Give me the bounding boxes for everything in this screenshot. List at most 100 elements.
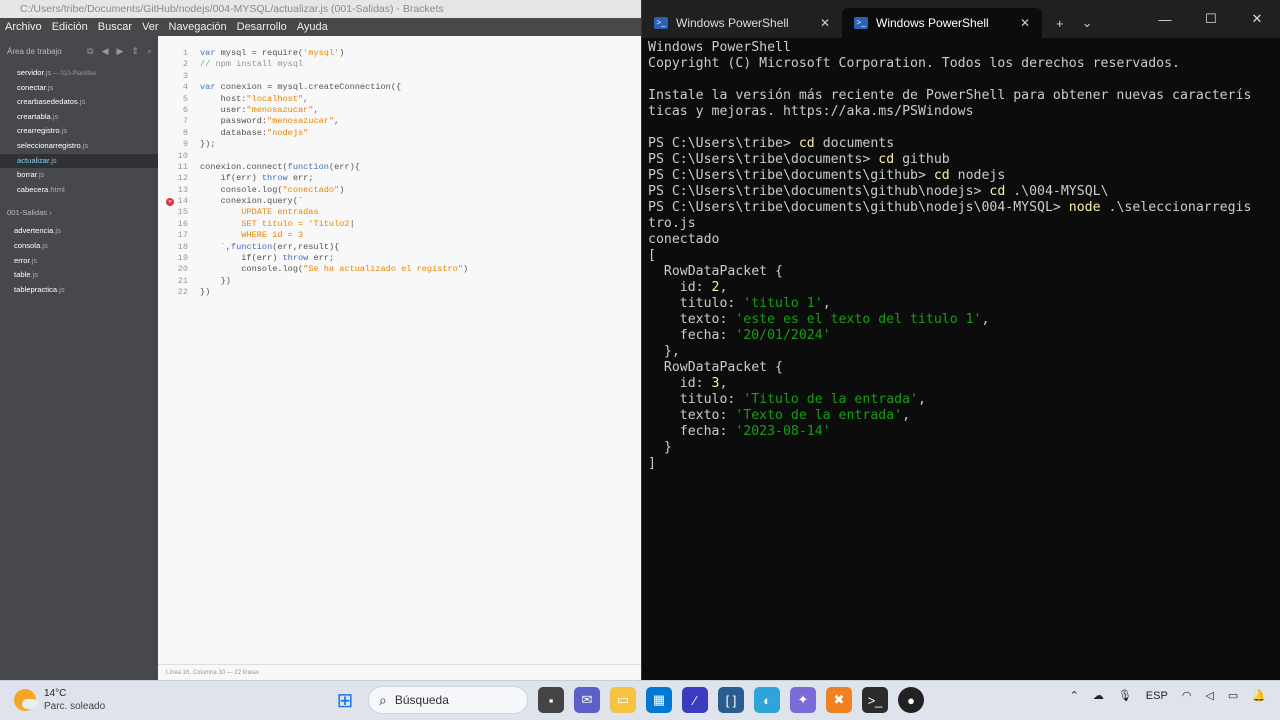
back-icon[interactable]: ◀ xyxy=(102,46,109,57)
code-area[interactable]: 1 var mysql = require('mysql') 2// npm ins… xyxy=(158,48,641,299)
tab-powershell-2[interactable]: >_ Windows PowerShell ✕ xyxy=(842,8,1042,38)
new-tab-icon[interactable]: + xyxy=(1056,16,1064,31)
code-line[interactable]: 21 }) xyxy=(158,276,641,287)
line-number: 12 xyxy=(177,173,188,184)
project-file-item[interactable]: error.js xyxy=(14,254,158,269)
volume-icon[interactable]: ◁ xyxy=(1205,689,1213,702)
code-line[interactable]: 12 if(err) throw err; xyxy=(158,173,641,184)
start-icon[interactable]: ⊞ xyxy=(332,687,358,713)
code-line[interactable]: 9}); xyxy=(158,139,641,150)
search-icon[interactable]: ⌕ xyxy=(147,46,152,57)
edge-icon[interactable]: ◐ xyxy=(754,687,780,713)
working-file-item[interactable]: cabecera.html xyxy=(0,183,158,198)
chevron-down-icon[interactable]: ⌄ xyxy=(1082,15,1093,31)
line-number: 8 xyxy=(182,127,188,138)
close-window-icon[interactable]: ✕ xyxy=(1234,11,1280,27)
store-icon[interactable]: ▦ xyxy=(646,687,672,713)
menu-item-0[interactable]: Archivo xyxy=(5,21,42,33)
vs-icon[interactable]: ⁄ xyxy=(682,687,708,713)
project-file-item[interactable]: tablepractica.js xyxy=(14,283,158,298)
working-file-item[interactable]: conectar.js xyxy=(0,81,158,96)
project-file-item[interactable]: table.js xyxy=(14,268,158,283)
brackets-icon[interactable]: [ ] xyxy=(718,687,744,713)
notification-icon[interactable]: 🔔 xyxy=(1252,689,1266,702)
close-icon[interactable]: ✕ xyxy=(1020,16,1030,30)
terminal-line: titulo: 'Titulo de la entrada', xyxy=(648,392,926,407)
code-line[interactable]: 10 xyxy=(158,151,641,162)
working-file-item[interactable]: crearregistro.js xyxy=(0,124,158,139)
code-line[interactable]: 14 ✕ conexion.query(` xyxy=(158,196,641,207)
sort-icon[interactable]: ⇕ xyxy=(131,46,139,57)
xampp-icon[interactable]: ✖ xyxy=(826,687,852,713)
code-editor[interactable]: 1 var mysql = require('mysql') 2// npm ins… xyxy=(158,36,641,680)
menu-item-6[interactable]: Ayuda xyxy=(297,21,328,33)
terminal-line: ticas y mejoras. https://aka.ms/PSWindow… xyxy=(648,104,974,119)
code-line[interactable]: 11 conexion.connect(function (err){ xyxy=(158,162,641,173)
line-number: 6 xyxy=(182,104,188,115)
cloud-icon[interactable]: ☁ xyxy=(1093,689,1104,702)
terminal-line: texto: 'Texto de la entrada', xyxy=(648,408,911,423)
menu-item-5[interactable]: Desarrollo xyxy=(237,21,287,33)
code-line[interactable]: 18 `, function (err,result){ xyxy=(158,242,641,253)
close-icon[interactable]: ✕ xyxy=(820,16,830,30)
battery-icon[interactable]: ▭ xyxy=(1228,689,1238,702)
terminal-line: PS C:\Users\tribe\documents\github\nodej… xyxy=(648,200,1252,215)
menu-item-4[interactable]: Navegación xyxy=(169,21,227,33)
working-file-item[interactable]: creartabla.js xyxy=(0,110,158,125)
microphone-icon[interactable]: 🎙 xyxy=(1118,689,1132,702)
task-view-icon[interactable]: ▪ xyxy=(538,687,564,713)
status-bar: Línea 16, Columna 30 — 22 líneas xyxy=(158,664,641,680)
search-placeholder: Búsqueda xyxy=(394,693,449,707)
maximize-icon[interactable]: ☐ xyxy=(1188,11,1234,27)
working-file-item[interactable]: actualizar.js xyxy=(0,153,158,169)
code-line[interactable]: 20 console.log("Se ha actualizado el reg… xyxy=(158,264,641,275)
code-line[interactable]: 16 SET titulo = 'Titulo2 | xyxy=(158,219,641,230)
terminal-line: PS C:\Users\tribe\documents\github\nodej… xyxy=(648,184,1109,199)
code-line[interactable]: 6 user: "menosazucar", xyxy=(158,105,641,116)
code-line[interactable]: 4 var conexion = mysql.createConnection({ xyxy=(158,82,641,93)
code-line[interactable]: 5 host: "localhost", xyxy=(158,94,641,105)
code-line[interactable]: 2// npm install mysql xyxy=(158,59,641,70)
working-file-item[interactable]: borrar.js xyxy=(0,168,158,183)
chevron-up-icon[interactable]: ⌃ xyxy=(1070,689,1079,702)
tab-powershell-1[interactable]: >_ Windows PowerShell ✕ xyxy=(642,8,842,38)
code-line[interactable]: 13 console.log("conectado") xyxy=(158,185,641,196)
code-line[interactable]: 19 if(err) throw err; xyxy=(158,253,641,264)
code-line[interactable]: 3 xyxy=(158,71,641,82)
teams-icon[interactable]: ✉ xyxy=(574,687,600,713)
terminal-output[interactable]: Windows PowerShell Copyright (C) Microsof… xyxy=(648,40,1278,472)
code-line[interactable]: 15 UPDATE entradas xyxy=(158,207,641,218)
forward-icon[interactable]: ▶ xyxy=(116,46,123,57)
menu-item-1[interactable]: Edición xyxy=(52,21,88,33)
project-file-item[interactable]: consola.js xyxy=(14,239,158,254)
project-file-item[interactable]: advertencia.js xyxy=(14,224,158,239)
working-file-item[interactable]: servidor.js — 010-Plantillas xyxy=(0,66,158,81)
code-line[interactable]: 17 WHERE id = 3 xyxy=(158,230,641,241)
language-indicator[interactable]: ESP xyxy=(1146,690,1168,702)
file-explorer-icon[interactable]: ▭ xyxy=(610,687,636,713)
search-box[interactable]: ⌕ Búsqueda xyxy=(368,686,528,714)
system-tray: ⌃ ☁ 🎙 ESP ◠ ◁ ▭ 🔔 xyxy=(1070,689,1266,703)
code-line[interactable]: 22}) xyxy=(158,287,641,298)
obs-icon[interactable]: ● xyxy=(898,687,924,713)
copilot-icon[interactable]: ✦ xyxy=(790,687,816,713)
menu-item-3[interactable]: Ver xyxy=(142,21,159,33)
code-line[interactable]: 7 password: "menosazucar", xyxy=(158,116,641,127)
line-number: 21 xyxy=(177,275,188,286)
weather-widget[interactable]: 14°C Parc. soleado xyxy=(14,687,105,713)
project-title[interactable]: 001-Salidas › xyxy=(0,202,158,224)
working-file-item[interactable]: crearbasededatos.js xyxy=(0,95,158,110)
working-file-item[interactable]: seleccionarregistro.js xyxy=(0,139,158,154)
menu-item-2[interactable]: Buscar xyxy=(98,21,132,33)
error-icon[interactable]: ✕ xyxy=(166,198,174,207)
powershell-icon: >_ xyxy=(654,17,668,29)
code-line[interactable]: 8 database: "nodejs" xyxy=(158,128,641,139)
wifi-icon[interactable]: ◠ xyxy=(1182,689,1192,702)
line-number: 16 xyxy=(177,218,188,229)
code-line[interactable]: 1 var mysql = require('mysql') xyxy=(158,48,641,59)
line-number: 10 xyxy=(177,150,188,161)
split-view-icon[interactable]: ⧉ xyxy=(87,46,93,57)
minimize-icon[interactable]: — xyxy=(1142,12,1188,27)
terminal-icon[interactable]: >_ xyxy=(862,687,888,713)
